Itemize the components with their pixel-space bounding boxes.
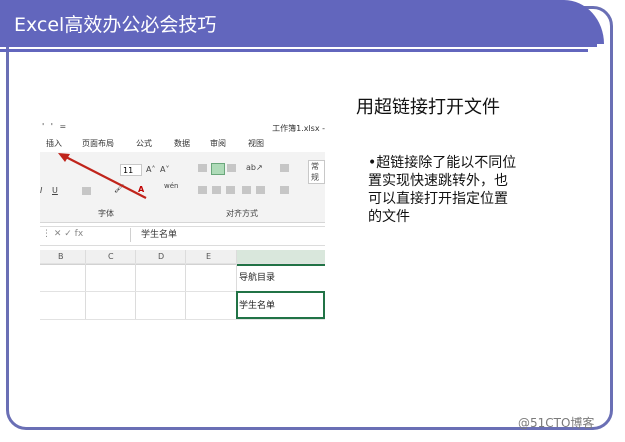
slide-bullet: •超链接除了能以不同位置实现快速跳转外，也可以直接打开指定位置的文件 bbox=[368, 155, 517, 225]
slide-title: Excel高效办公必会技巧 bbox=[14, 14, 217, 36]
red-arrow-annotation bbox=[58, 153, 147, 199]
excel-screenshot: ' ' = 工作簿1.xlsx - 插入 页面布局 公式 数据 审阅 视图 11… bbox=[40, 120, 325, 320]
watermark: @51CTO博客 bbox=[518, 416, 595, 430]
slide-heading: 用超链接打开文件 bbox=[356, 97, 500, 118]
title-divider bbox=[0, 44, 597, 47]
title-band: Excel高效办公必会技巧 bbox=[0, 0, 604, 44]
title-divider-secondary bbox=[0, 49, 588, 52]
